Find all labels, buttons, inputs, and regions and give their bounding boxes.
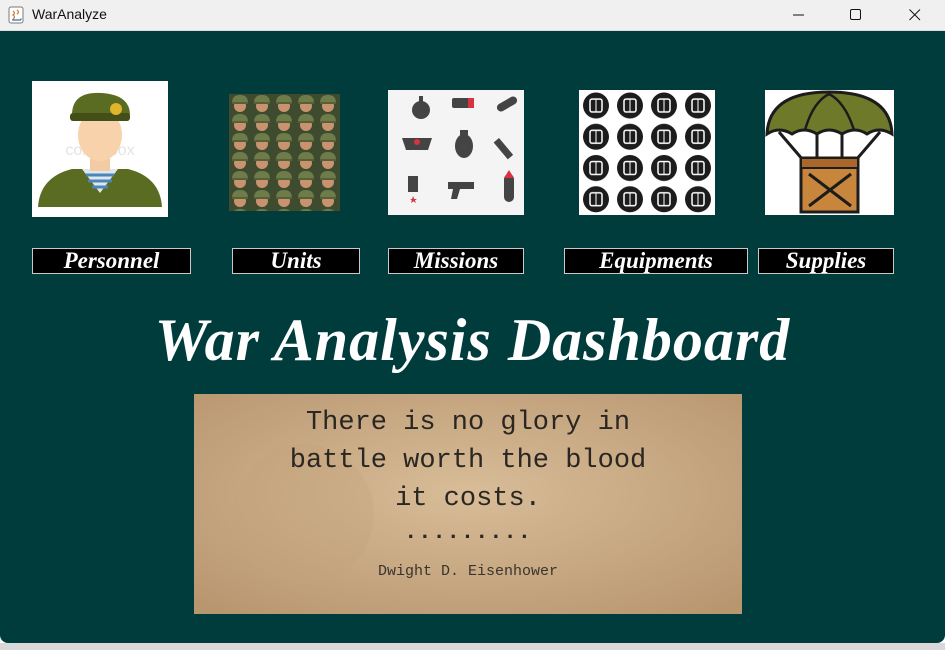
quote-text: There is no glory in battle worth the bl… bbox=[194, 404, 742, 518]
personnel-button[interactable]: Personnel bbox=[32, 248, 191, 274]
gear-grid-icon bbox=[579, 90, 715, 215]
equipments-image[interactable] bbox=[579, 90, 715, 215]
taskbar-strip bbox=[0, 643, 945, 650]
quote-line-1: There is no glory in bbox=[305, 408, 631, 438]
missions-button[interactable]: Missions bbox=[388, 248, 524, 274]
close-button[interactable] bbox=[886, 0, 944, 30]
quote-author: Dwight D. Eisenhower bbox=[377, 563, 559, 580]
minimize-icon bbox=[793, 14, 804, 16]
personnel-button-label: Personnel bbox=[63, 248, 160, 273]
quote-separator: ......... bbox=[404, 520, 532, 545]
personnel-image[interactable]: colourbox bbox=[32, 81, 168, 217]
units-button[interactable]: Units bbox=[232, 248, 360, 274]
dashboard-title: War Analysis Dashboard bbox=[154, 307, 791, 373]
supplies-button[interactable]: Supplies bbox=[758, 248, 894, 274]
soldiers-crowd-icon bbox=[229, 94, 340, 211]
missions-button-label: Missions bbox=[413, 248, 499, 273]
units-image[interactable] bbox=[229, 94, 340, 211]
equipments-button-label: Equipments bbox=[599, 248, 713, 273]
parachute-crate-icon bbox=[765, 90, 894, 215]
maximize-icon bbox=[850, 9, 861, 20]
supplies-button-label: Supplies bbox=[785, 248, 867, 273]
equipments-button[interactable]: Equipments bbox=[564, 248, 748, 274]
minimize-button[interactable] bbox=[770, 0, 828, 30]
quote-line-3: it costs. bbox=[395, 484, 541, 514]
weapons-pattern-icon bbox=[388, 90, 524, 215]
java-app-icon bbox=[8, 6, 24, 24]
close-icon bbox=[909, 9, 921, 21]
supplies-image[interactable] bbox=[765, 90, 894, 215]
soldier-avatar-icon: colourbox bbox=[32, 81, 168, 217]
window-title: WarAnalyze bbox=[32, 6, 107, 22]
quote-image: There is no glory in battle worth the bl… bbox=[194, 394, 742, 614]
quote-line-2: battle worth the blood bbox=[289, 446, 647, 476]
dashboard-panel: colourbox bbox=[0, 31, 945, 643]
window-titlebar: WarAnalyze bbox=[0, 0, 945, 31]
units-button-label: Units bbox=[270, 248, 322, 273]
missions-image[interactable] bbox=[388, 90, 524, 215]
maximize-button[interactable] bbox=[827, 0, 885, 30]
